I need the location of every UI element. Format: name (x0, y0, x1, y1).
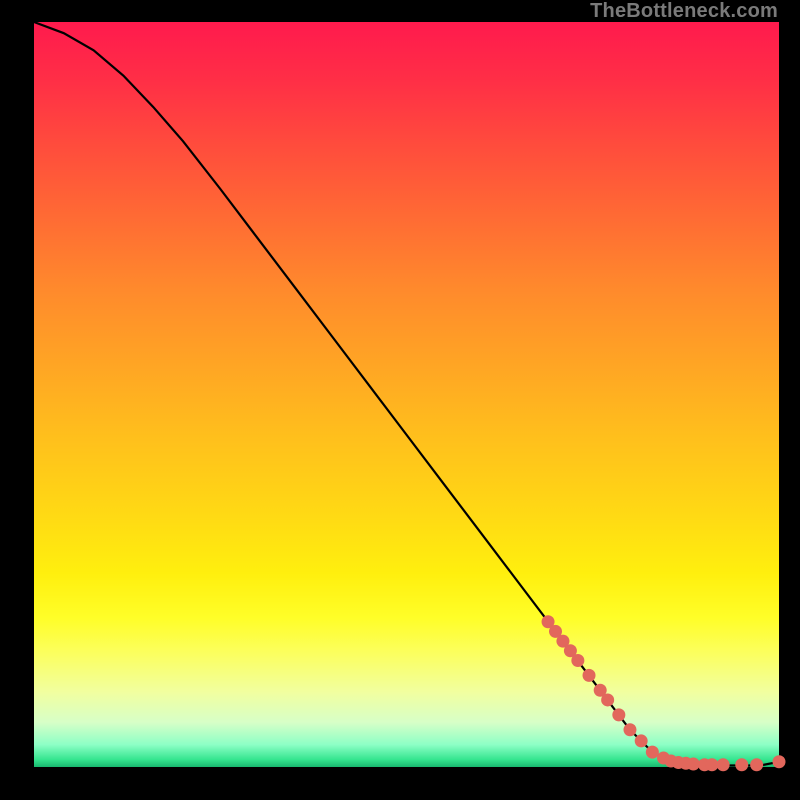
data-point (635, 734, 648, 747)
marker-group (542, 615, 786, 771)
chart-frame: TheBottleneck.com (0, 0, 800, 800)
data-point (717, 758, 730, 771)
data-point (735, 758, 748, 771)
data-point (601, 693, 614, 706)
data-point (705, 758, 718, 771)
data-point (687, 758, 700, 771)
data-point (612, 708, 625, 721)
data-point (750, 758, 763, 771)
data-point (773, 755, 786, 768)
watermark-text: TheBottleneck.com (590, 0, 778, 23)
data-point (624, 723, 637, 736)
chart-svg (34, 22, 779, 767)
data-point (646, 746, 659, 759)
plot-area (34, 22, 779, 767)
data-point (571, 654, 584, 667)
curve-line (34, 22, 779, 766)
data-point (583, 669, 596, 682)
